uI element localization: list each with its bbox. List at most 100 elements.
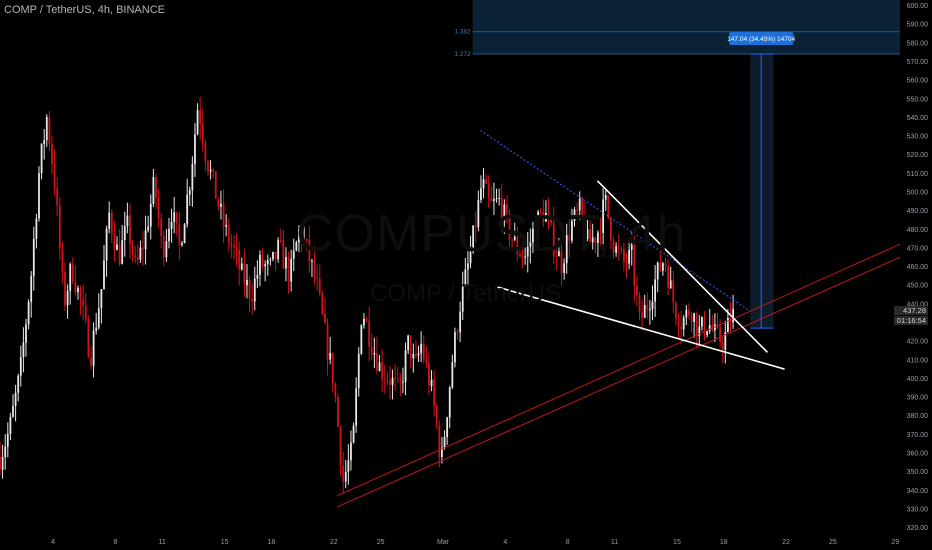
- price-tick-label: 340.00: [907, 488, 929, 495]
- time-tick-label: 11: [159, 539, 166, 546]
- time-tick-label: 25: [377, 539, 385, 546]
- bearish-candle: [287, 257, 290, 282]
- bearish-candle: [136, 257, 139, 260]
- bullish-candle: [209, 169, 212, 172]
- bullish-candle: [446, 417, 449, 437]
- bearish-candle: [415, 353, 417, 356]
- bearish-candle: [688, 309, 690, 316]
- time-tick-label: Mar: [437, 539, 450, 546]
- bullish-candle: [407, 335, 410, 351]
- bearish-candle: [334, 384, 337, 398]
- bearish-candle: [64, 271, 66, 306]
- bearish-candle: [157, 197, 160, 219]
- bullish-candle: [493, 199, 495, 201]
- bearish-candle: [365, 318, 368, 321]
- price-tick-label: 520.00: [907, 152, 929, 159]
- bullish-candle: [404, 350, 407, 382]
- bullish-candle: [27, 301, 30, 325]
- bearish-candle: [131, 244, 134, 256]
- bearish-candle: [129, 215, 131, 245]
- bullish-candle: [181, 243, 183, 246]
- bearish-candle: [61, 248, 64, 272]
- bearish-candle: [71, 264, 74, 282]
- time-tick-label: 11: [611, 539, 618, 546]
- bullish-candle: [563, 263, 566, 273]
- bullish-candle: [196, 110, 199, 135]
- measure-range-box: [750, 54, 774, 329]
- bearish-candle: [162, 235, 165, 258]
- bullish-candle: [708, 325, 711, 332]
- bullish-candle: [14, 392, 17, 406]
- bullish-candle: [363, 318, 365, 326]
- bearish-candle: [368, 320, 371, 347]
- bullish-candle: [269, 259, 272, 261]
- bullish-candle: [685, 309, 688, 318]
- bearish-candle: [142, 247, 144, 250]
- bullish-candle: [97, 308, 100, 328]
- bearish-candle: [324, 313, 326, 323]
- fib-extension-zone[interactable]: [472, 0, 900, 55]
- bearish-candle: [456, 332, 459, 334]
- bullish-candle: [183, 224, 186, 244]
- bullish-candle: [220, 203, 222, 207]
- time-tick-label: 18: [720, 539, 728, 546]
- bearish-candle: [376, 353, 378, 371]
- bullish-candle: [38, 173, 40, 219]
- bearish-candle: [399, 378, 402, 382]
- bullish-candle: [100, 289, 103, 309]
- bullish-candle: [264, 264, 267, 267]
- bullish-candle: [360, 325, 363, 354]
- time-tick-label: 8: [566, 539, 570, 546]
- bullish-candle: [430, 379, 433, 386]
- price-axis[interactable]: 600.00 590.00 580.00 570.00 560.00 550.00 540.…: [900, 0, 932, 550]
- bullish-candle: [420, 343, 423, 354]
- bullish-candle: [256, 274, 259, 279]
- measure-label: 147.04 (34.45%) 14704: [727, 36, 795, 43]
- time-tick-label: 18: [268, 539, 276, 546]
- bearish-candle: [487, 183, 490, 198]
- bullish-candle: [253, 278, 256, 302]
- bullish-candle: [290, 258, 293, 282]
- price-tick-label: 560.00: [907, 78, 929, 85]
- price-chart[interactable]: 1.382 1.272 147.04 (34.45%) 14704 600.00 5…: [0, 0, 932, 550]
- bearish-candle: [0, 456, 1, 470]
- bullish-candle: [246, 280, 248, 286]
- fib-level-label: 1.272: [454, 51, 471, 58]
- bullish-candle: [103, 260, 105, 290]
- bearish-candle: [485, 179, 488, 184]
- price-tick-label: 390.00: [907, 395, 929, 402]
- price-tick-label: 500.00: [907, 190, 929, 197]
- time-tick-label: 8: [113, 539, 117, 546]
- bearish-candle: [279, 240, 282, 242]
- bearish-candle: [274, 251, 277, 260]
- bearish-candle: [695, 313, 698, 337]
- bearish-candle: [74, 281, 77, 293]
- bullish-candle: [194, 134, 196, 164]
- time-tick-label: 29: [891, 539, 899, 546]
- price-tick-label: 420.00: [907, 339, 929, 346]
- bearish-candle: [222, 203, 225, 227]
- bearish-candle: [321, 293, 324, 314]
- bearish-candle: [680, 326, 683, 330]
- bullish-candle: [706, 331, 709, 335]
- bullish-candle: [105, 228, 108, 261]
- bearish-candle: [238, 249, 241, 270]
- bullish-candle: [277, 240, 280, 260]
- price-tick-label: 330.00: [907, 506, 929, 513]
- bullish-candle: [43, 140, 46, 145]
- bearish-candle: [233, 245, 235, 248]
- price-tick-label: 410.00: [907, 357, 929, 364]
- bearish-candle: [339, 426, 342, 466]
- price-tick-label: 380.00: [907, 413, 929, 420]
- bullish-candle: [6, 433, 9, 447]
- bearish-candle: [282, 240, 285, 269]
- bullish-candle: [649, 309, 651, 311]
- bullish-candle: [240, 263, 243, 270]
- bullish-candle: [448, 387, 451, 418]
- bullish-candle: [391, 377, 394, 385]
- bullish-candle: [643, 305, 646, 318]
- bullish-candle: [108, 212, 111, 229]
- price-tick-label: 540.00: [907, 115, 929, 122]
- bullish-candle: [662, 263, 664, 271]
- bullish-candle: [272, 251, 274, 260]
